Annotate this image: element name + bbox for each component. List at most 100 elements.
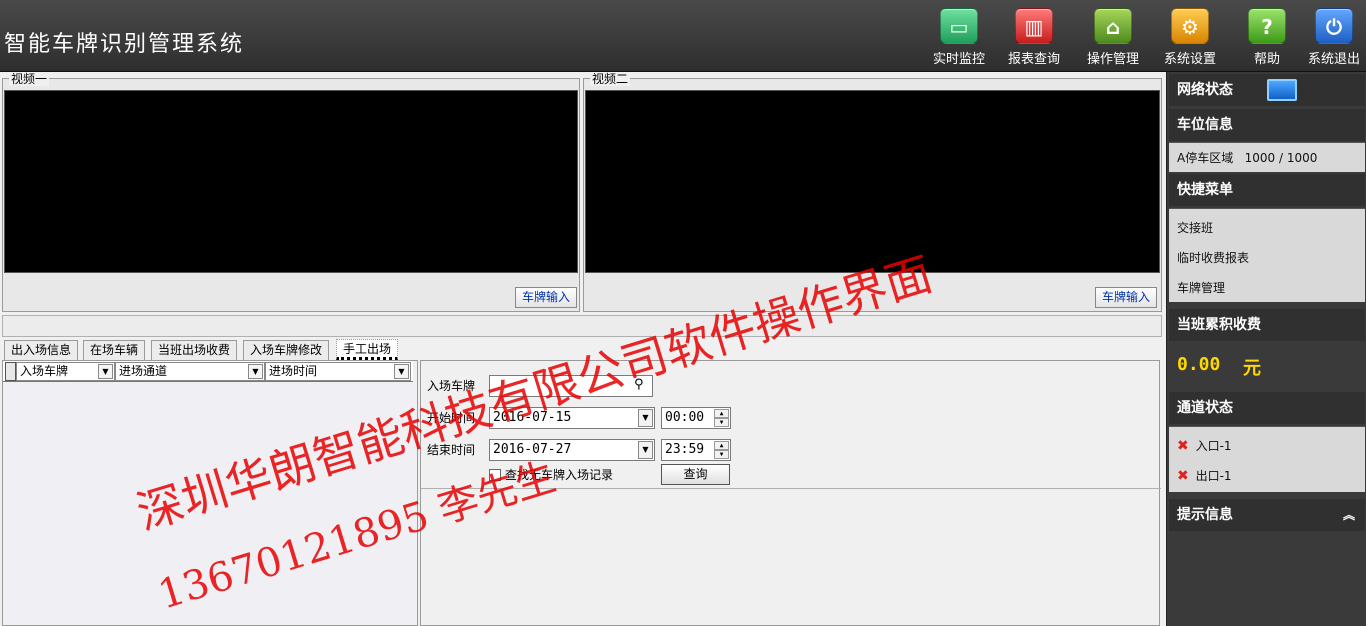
column-entry-channel-label: 进场通道 [119, 364, 168, 378]
channel-exit-1-label: 出口-1 [1195, 469, 1232, 483]
network-status-header: 网络状态 [1169, 74, 1365, 106]
query-panel: 入场车牌 ⚲ 开始时间 2016-07-15 ▼ 00:00 ▲ ▼ 结束时间 2… [420, 360, 1161, 626]
tips-title: 提示信息 [1177, 507, 1233, 523]
end-time-stepper[interactable]: 23:59 ▲ ▼ [661, 439, 731, 461]
channel-entry-1-label: 入口-1 [1195, 439, 1232, 453]
shift-fee-body: 0.00 元 [1169, 342, 1365, 388]
main-area: 视频一 车牌输入 视频二 车牌输入 出入场信息 在场车辆 当班出场收费 入场车牌… [0, 72, 1166, 626]
column-entry-time[interactable]: 进场时间 ▼ [265, 362, 411, 381]
video-1-plate-input-button[interactable]: 车牌输入 [514, 287, 577, 308]
gear-icon: ⚙ [1171, 8, 1209, 44]
search-button[interactable]: 查询 [661, 464, 730, 485]
shift-fee-header: 当班累积收费 [1169, 309, 1365, 341]
chevron-down-icon[interactable]: ▼ [98, 364, 113, 379]
chevron-down-icon[interactable]: ▼ [638, 409, 653, 427]
system-exit-label: 系统退出 [1307, 52, 1360, 67]
no-plate-checkbox-label: 查找无车牌入场记录 [505, 468, 614, 482]
channel-status-header: 通道状态 [1169, 392, 1365, 424]
power-exit-icon: ⏻ [1315, 8, 1353, 44]
quick-menu-body: 交接班 临时收费报表 车牌管理 [1169, 208, 1365, 302]
channel-exit-1: ✖ 出口-1 [1169, 461, 1365, 491]
video-1-legend: 视频一 [9, 72, 50, 86]
list-header: 入场车牌 ▼ 进场通道 ▼ 进场时间 ▼ [3, 361, 413, 382]
start-time-spin[interactable]: ▲ ▼ [714, 409, 729, 427]
spin-down-icon[interactable]: ▼ [714, 418, 729, 427]
shift-fee-value: 0.00 [1177, 354, 1221, 375]
spin-up-icon[interactable]: ▲ [714, 441, 729, 450]
column-entry-time-label: 进场时间 [269, 364, 318, 378]
operation-manage-icon: ⌂ [1094, 8, 1132, 44]
entry-record-list[interactable]: 入场车牌 ▼ 进场通道 ▼ 进场时间 ▼ [2, 360, 418, 626]
help-label: 帮助 [1253, 52, 1280, 67]
start-date-picker[interactable]: 2016-07-15 ▼ [489, 407, 655, 429]
app-title: 智能车牌识别管理系统 [4, 32, 245, 57]
quick-menu-header: 快捷菜单 [1169, 174, 1365, 206]
column-entry-plate[interactable]: 入场车牌 ▼ [16, 362, 115, 381]
quick-menu-shift-handover[interactable]: 交接班 [1169, 213, 1365, 243]
operation-manage-button[interactable]: ⌂ 操作管理 [1080, 8, 1146, 68]
operation-manage-label: 操作管理 [1086, 52, 1139, 67]
monitor-icon: ▭ [940, 8, 978, 44]
tab-shift-exit-fees[interactable]: 当班出场收费 [151, 340, 238, 360]
report-chart-icon: ▥ [1015, 8, 1053, 44]
binoculars-search-icon[interactable]: ⚲ [634, 377, 644, 392]
realtime-monitor-label: 实时监控 [932, 52, 985, 67]
right-sidebar: 网络状态 车位信息 A停车区域 1000 / 1000 快捷菜单 交接班 临时收… [1166, 72, 1366, 626]
network-computer-icon [1267, 79, 1297, 101]
shift-fee-unit: 元 [1243, 358, 1261, 379]
entry-plate-input[interactable] [489, 375, 653, 397]
chevron-down-icon[interactable]: ▼ [394, 364, 409, 379]
column-entry-channel[interactable]: 进场通道 ▼ [115, 362, 265, 381]
tab-cars-in-lot[interactable]: 在场车辆 [83, 340, 146, 360]
video-1-screen [4, 90, 578, 273]
query-form: 入场车牌 ⚲ 开始时间 2016-07-15 ▼ 00:00 ▲ ▼ 结束时间 2… [421, 361, 1161, 489]
title-bar: 智能车牌识别管理系统 ▭ 实时监控 ▥ 报表查询 ⌂ 操作管理 ⚙ 系统设置 ?… [0, 0, 1366, 72]
quick-menu-plate-manage[interactable]: 车牌管理 [1169, 273, 1365, 303]
quick-menu-temp-fee-report[interactable]: 临时收费报表 [1169, 243, 1365, 273]
video-panel-1: 视频一 车牌输入 [2, 72, 580, 312]
end-time-label: 结束时间 [427, 443, 476, 457]
channel-status-body: ✖ 入口-1 ✖ 出口-1 [1169, 426, 1365, 492]
system-exit-button[interactable]: ⏻ 系统退出 [1301, 8, 1366, 68]
video-2-plate-input-button[interactable]: 车牌输入 [1094, 287, 1157, 308]
status-strip [2, 315, 1162, 337]
chevron-down-icon[interactable]: ▼ [638, 441, 653, 459]
help-question-icon: ? [1248, 8, 1286, 44]
video-2-screen [585, 90, 1160, 273]
end-date-picker[interactable]: 2016-07-27 ▼ [489, 439, 655, 461]
tab-manual-exit[interactable]: 手工出场 [336, 339, 399, 360]
system-settings-button[interactable]: ⚙ 系统设置 [1157, 8, 1223, 68]
end-time-spin[interactable]: ▲ ▼ [714, 441, 729, 459]
row-selector-header [5, 362, 16, 381]
end-date-value: 2016-07-27 [493, 442, 572, 457]
offline-x-icon: ✖ [1177, 468, 1189, 484]
report-query-label: 报表查询 [1007, 52, 1060, 67]
start-time-label: 开始时间 [427, 411, 476, 425]
system-settings-label: 系统设置 [1163, 52, 1216, 67]
double-chevron-up-icon[interactable]: ︽ [1343, 499, 1355, 531]
chevron-down-icon[interactable]: ▼ [248, 364, 263, 379]
parking-info-header: 车位信息 [1169, 109, 1365, 141]
column-entry-plate-label: 入场车牌 [20, 364, 69, 378]
end-time-value: 23:59 [665, 442, 705, 457]
report-query-button[interactable]: ▥ 报表查询 [1001, 8, 1067, 68]
no-plate-checkbox[interactable] [489, 469, 501, 481]
help-button[interactable]: ? 帮助 [1234, 8, 1300, 68]
tab-entry-plate-edit[interactable]: 入场车牌修改 [243, 340, 330, 360]
channel-entry-1: ✖ 入口-1 [1169, 431, 1365, 461]
spin-up-icon[interactable]: ▲ [714, 409, 729, 418]
offline-x-icon: ✖ [1177, 438, 1189, 454]
tab-entry-exit-info[interactable]: 出入场信息 [4, 340, 79, 360]
parking-area-item: A停车区域 1000 / 1000 [1177, 151, 1318, 165]
tips-header[interactable]: 提示信息 ︽ [1169, 499, 1365, 531]
start-time-stepper[interactable]: 00:00 ▲ ▼ [661, 407, 731, 429]
network-status-title: 网络状态 [1177, 82, 1233, 98]
video-panel-2: 视频二 车牌输入 [583, 72, 1162, 312]
start-date-value: 2016-07-15 [493, 410, 572, 425]
start-time-value: 00:00 [665, 410, 705, 425]
entry-plate-label: 入场车牌 [427, 379, 476, 393]
spin-down-icon[interactable]: ▼ [714, 450, 729, 459]
realtime-monitor-button[interactable]: ▭ 实时监控 [926, 8, 992, 68]
parking-info-body: A停车区域 1000 / 1000 [1169, 142, 1365, 172]
video-2-legend: 视频二 [590, 72, 631, 86]
